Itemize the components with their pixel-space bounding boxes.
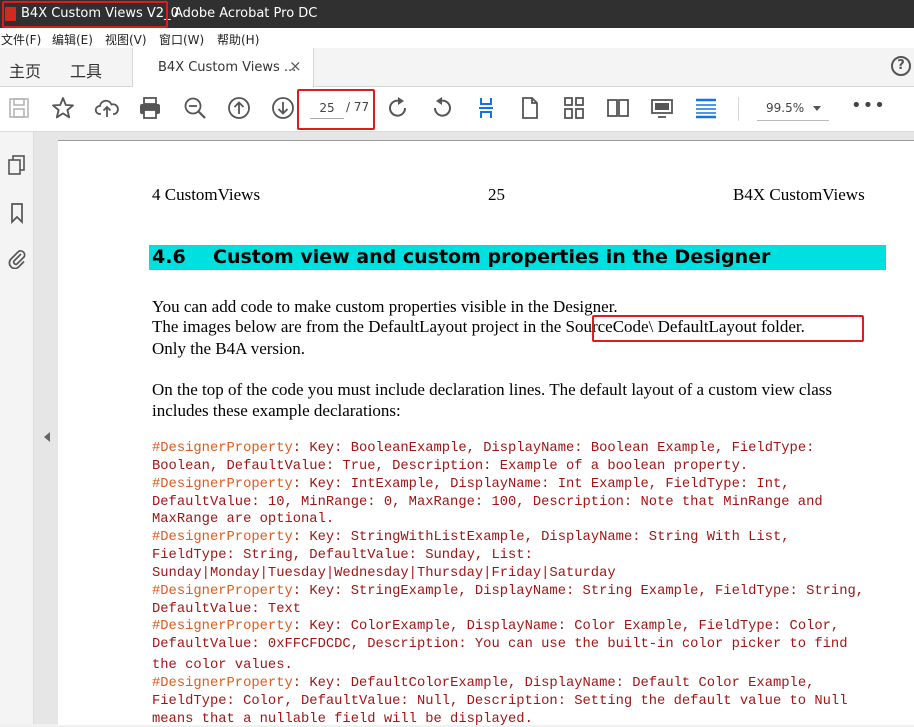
code-line: FieldType: String, DefaultValue: Sunday,… <box>152 548 533 563</box>
zoom-value: 99.5% <box>766 101 805 115</box>
code-text: DefaultValue: 0xFFCFDCDC, Description: Y… <box>152 637 848 652</box>
code-text: : Key: DefaultColorExample, DisplayName:… <box>292 676 815 691</box>
code-line: #DesignerProperty: Key: StringExample, D… <box>152 584 864 599</box>
code-line: DefaultValue: Text <box>152 602 301 617</box>
scrolling-icon[interactable] <box>561 95 587 121</box>
rotate-clockwise-icon[interactable] <box>385 95 411 121</box>
toolbar: 25 / 77 99.5% ••• <box>0 87 914 132</box>
page-header-right: B4X CustomViews <box>733 185 865 204</box>
code-line: the color values. <box>152 658 293 673</box>
code-keyword: #DesignerProperty <box>152 441 293 456</box>
code-line: FieldType: Color, DefaultValue: Null, De… <box>152 694 847 709</box>
code-line: Boolean, DefaultValue: True, Description… <box>152 459 748 474</box>
collapse-panel-icon[interactable] <box>44 432 50 442</box>
page-number-input[interactable]: 25 <box>310 98 344 119</box>
zoom-select[interactable]: 99.5% <box>757 98 829 121</box>
code-text: Boolean, DefaultValue: True, Description… <box>152 459 749 474</box>
code-text: DefaultValue: 10, MinRange: 0, MaxRange:… <box>152 495 823 510</box>
help-icon[interactable]: ? <box>891 56 911 76</box>
code-line: means that a nullable field will be disp… <box>152 712 533 727</box>
menu-view[interactable]: 视图(V) <box>105 31 147 48</box>
code-text: means that a nullable field will be disp… <box>152 712 533 727</box>
code-line: MaxRange are optional. <box>152 512 334 527</box>
code-text: : Key: IntExample, DisplayName: Int Exam… <box>292 477 790 492</box>
code-line: #DesignerProperty: Key: StringWithListEx… <box>152 530 790 545</box>
menu-help[interactable]: 帮助(H) <box>217 31 259 48</box>
code-line: DefaultValue: 10, MinRange: 0, MaxRange:… <box>152 495 823 510</box>
close-tab-icon[interactable]: × <box>289 57 302 75</box>
code-keyword: #DesignerProperty <box>152 477 293 492</box>
page-header-left: 4 CustomViews <box>152 185 261 204</box>
rotate-counterclockwise-icon[interactable] <box>429 95 455 121</box>
paragraph-line: The images below are from the DefaultLay… <box>152 317 805 336</box>
code-line: #DesignerProperty: Key: DefaultColorExam… <box>152 676 814 691</box>
acrobat-pdf-icon <box>5 7 16 21</box>
attachment-icon[interactable] <box>6 247 28 270</box>
presentation-icon[interactable] <box>649 95 675 121</box>
code-text: FieldType: String, DefaultValue: Sunday,… <box>152 548 533 563</box>
left-navigation-panel <box>0 132 34 724</box>
section-number: 4.6 <box>152 246 186 268</box>
chevron-down-icon <box>813 106 821 111</box>
paragraph-line: Only the B4A version. <box>152 339 305 358</box>
zoom-out-icon[interactable] <box>182 95 208 121</box>
tab-tools[interactable]: 工具 <box>70 58 102 82</box>
code-line: #DesignerProperty: Key: ColorExample, Di… <box>152 619 839 634</box>
code-line: #DesignerProperty: Key: IntExample, Disp… <box>152 477 790 492</box>
print-icon[interactable] <box>137 95 163 121</box>
page-header-number: 25 <box>488 185 505 204</box>
window-document-title: B4X Custom Views V2_0 <box>21 6 179 21</box>
menu-file[interactable]: 文件(F) <box>1 31 41 48</box>
bookmark-star-icon[interactable] <box>50 95 76 121</box>
code-line: Sunday|Monday|Tuesday|Wednesday|Thursday… <box>152 566 616 581</box>
code-text: MaxRange are optional. <box>152 512 335 527</box>
code-keyword: #DesignerProperty <box>152 584 293 599</box>
two-page-icon[interactable] <box>605 95 631 121</box>
fit-width-icon[interactable] <box>473 95 499 121</box>
code-line: DefaultValue: 0xFFCFDCDC, Description: Y… <box>152 637 847 652</box>
bookmark-icon[interactable] <box>6 202 28 225</box>
title-bar: B4X Custom Views V2_0 Adobe Acrobat Pro … <box>0 0 914 28</box>
menu-bar: 文件(F) 编辑(E) 视图(V) 窗口(W) 帮助(H) <box>0 28 914 48</box>
code-text: Sunday|Monday|Tuesday|Wednesday|Thursday… <box>152 566 616 581</box>
page-up-icon[interactable] <box>226 95 252 121</box>
cloud-upload-icon[interactable] <box>94 95 120 121</box>
paragraph-line: On the top of the code you must include … <box>152 380 832 399</box>
pages-icon[interactable] <box>6 154 28 176</box>
single-page-icon[interactable] <box>517 95 543 121</box>
tab-document-label: B4X Custom Views ... <box>158 60 297 75</box>
section-heading: 4.6 Custom view and custom properties in… <box>149 245 886 270</box>
read-mode-icon[interactable] <box>693 95 719 121</box>
code-text: DefaultValue: Text <box>152 602 302 617</box>
paragraph-line: You can add code to make custom properti… <box>152 297 618 316</box>
paragraph-line: includes these example declarations: <box>152 401 401 420</box>
code-text: FieldType: Color, DefaultValue: Null, De… <box>152 694 848 709</box>
tab-document[interactable]: B4X Custom Views ... × <box>132 48 314 87</box>
menu-edit[interactable]: 编辑(E) <box>52 31 93 48</box>
menu-window[interactable]: 窗口(W) <box>159 31 204 48</box>
tab-home[interactable]: 主页 <box>9 58 41 82</box>
page-down-icon[interactable] <box>270 95 296 121</box>
window-app-title: Adobe Acrobat Pro DC <box>174 6 318 21</box>
code-text: : Key: StringExample, DisplayName: Strin… <box>292 584 865 599</box>
code-text: the color values. <box>152 658 293 673</box>
code-keyword: #DesignerProperty <box>152 676 293 691</box>
save-icon[interactable] <box>6 95 32 121</box>
section-title: Custom view and custom properties in the… <box>213 246 771 268</box>
toolbar-separator <box>738 97 739 121</box>
page-total: / 77 <box>346 100 370 114</box>
code-keyword: #DesignerProperty <box>152 530 293 545</box>
tab-bar: 主页 工具 B4X Custom Views ... × <box>0 48 914 87</box>
code-text: : Key: ColorExample, DisplayName: Color … <box>292 619 840 634</box>
code-line: #DesignerProperty: Key: BooleanExample, … <box>152 441 814 456</box>
more-icon[interactable]: ••• <box>851 95 886 116</box>
code-text: : Key: StringWithListExample, DisplayNam… <box>292 530 790 545</box>
code-text: : Key: BooleanExample, DisplayName: Bool… <box>292 441 815 456</box>
code-keyword: #DesignerProperty <box>152 619 293 634</box>
